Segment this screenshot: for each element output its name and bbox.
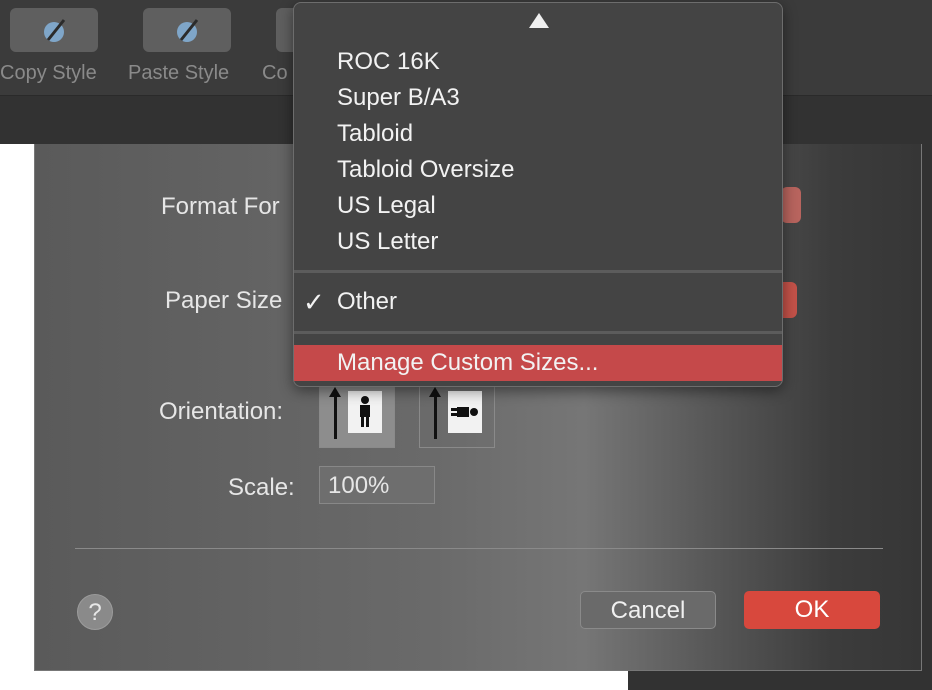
landscape-orientation-button[interactable] [419,384,495,448]
menu-item-tabloid[interactable]: Tabloid [337,119,413,149]
portrait-paper-icon [348,391,382,433]
paper-size-label: Paper Size [165,287,283,314]
format-for-label: Format For [161,193,280,220]
paste-style-label: Paste Style [128,62,230,84]
manage-custom-sizes-label: Manage Custom Sizes... [337,349,599,376]
scale-input[interactable]: 100% [319,466,435,504]
format-for-popup[interactable] [781,187,801,223]
menu-item-other[interactable]: Other [337,287,397,317]
divider [75,548,883,549]
scroll-up-arrow-icon[interactable] [529,13,549,28]
eyedropper-icon [44,19,66,42]
menu-separator [294,331,782,334]
person-icon [360,396,370,427]
copy-style-label: Copy Style [0,62,97,84]
portrait-orientation-button[interactable] [319,384,395,448]
paste-style-button[interactable] [143,8,231,52]
up-arrow-icon [329,387,341,439]
checkmark-icon: ✓ [303,287,325,317]
orientation-label: Orientation: [159,398,284,425]
menu-item-tabloid-oversize[interactable]: Tabloid Oversize [337,155,514,185]
menu-item-us-letter[interactable]: US Letter [337,227,438,257]
copy-style-button[interactable] [10,8,98,52]
scale-label: Scale: [228,474,295,501]
menu-item-manage-custom-sizes[interactable]: Manage Custom Sizes... [294,345,782,381]
ok-button[interactable]: OK [744,591,880,629]
menu-separator [294,270,782,273]
up-arrow-icon [429,387,441,439]
person-rotated-icon [451,407,478,417]
toolbar-label-partial: Co [262,62,288,84]
eyedropper-icon [177,19,199,42]
landscape-paper-icon [448,391,482,433]
menu-item-roc-16k[interactable]: ROC 16K [337,47,440,77]
menu-item-us-legal[interactable]: US Legal [337,191,436,221]
help-button[interactable]: ? [77,594,113,630]
paper-size-menu: ROC 16K Super B/A3 Tabloid Tabloid Overs… [293,2,783,387]
cancel-button[interactable]: Cancel [580,591,716,629]
menu-item-super-b-a3[interactable]: Super B/A3 [337,83,460,113]
